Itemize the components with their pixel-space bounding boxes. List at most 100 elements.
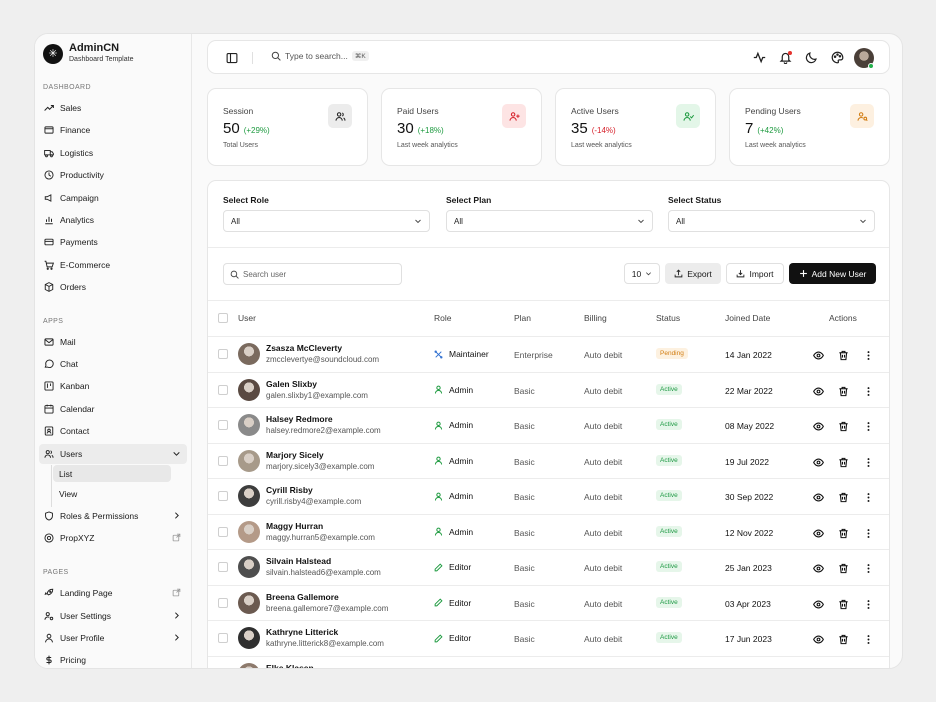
sidebar-subitem-list[interactable]: List [53,465,171,482]
row-checkbox[interactable] [218,384,228,395]
export-button[interactable]: Export [665,263,721,284]
user-name[interactable]: Silvain Halstead [266,556,331,566]
sidebar-item-propxyz[interactable]: PropXYZ [39,528,187,548]
row-checkbox[interactable] [218,526,228,537]
sidebar-item-landing-page[interactable]: Landing Page [39,583,187,603]
top-bar: Type to search... ⌘K [207,40,890,74]
row-checkbox[interactable] [218,597,228,608]
column-header-status[interactable]: Status [656,313,680,323]
row-checkbox[interactable] [218,349,228,359]
user-name[interactable]: Kathryne Litterick [266,627,338,637]
more-vertical-icon[interactable] [863,632,874,644]
avatar [238,591,260,614]
sidebar-toggle-icon[interactable] [226,52,238,64]
sidebar-item-user-settings[interactable]: User Settings [39,606,187,626]
row-checkbox[interactable] [218,562,228,572]
import-button[interactable]: Import [726,263,784,284]
eye-icon[interactable] [813,526,824,537]
trash-icon[interactable] [838,490,849,503]
sidebar-item-ecommerce[interactable]: E-Commerce [39,255,187,275]
more-vertical-icon[interactable] [863,561,874,573]
user-name[interactable]: Breena Gallemore [266,592,339,602]
trash-icon[interactable] [838,348,849,361]
sidebar-item-productivity[interactable]: Productivity [39,165,187,185]
more-vertical-icon[interactable] [863,419,874,431]
column-header-user[interactable]: User [238,313,256,323]
user-name[interactable]: Marjory Sicely [266,450,324,460]
add-new-user-button[interactable]: Add New User [789,263,876,284]
more-vertical-icon[interactable] [863,455,874,467]
row-checkbox[interactable] [218,491,228,501]
sidebar-item-pricing[interactable]: Pricing [39,650,187,668]
trash-icon[interactable] [838,632,849,645]
trash-icon[interactable] [838,597,849,609]
chevron-right-icon [175,512,179,519]
bell-icon[interactable] [779,51,792,65]
sidebar-item-mail[interactable]: Mail [39,332,187,352]
status-select[interactable]: All [668,210,875,232]
palette-icon[interactable] [831,51,844,64]
trash-icon[interactable] [838,526,849,538]
user-search-input[interactable]: Search user [223,263,402,285]
column-header-role[interactable]: Role [434,313,451,323]
column-header-plan[interactable]: Plan [514,313,531,323]
eye-icon[interactable] [813,455,824,466]
global-search[interactable]: Type to search... ⌘K [271,51,369,61]
sidebar-item-users[interactable]: Users [39,444,187,464]
sidebar-item-payments[interactable]: Payments [39,232,187,252]
row-checkbox[interactable] [218,455,228,466]
brand[interactable]: ✳ AdminCN Dashboard Template [43,42,133,65]
select-all-checkbox[interactable] [218,313,228,323]
sidebar-subitem-view[interactable]: View [53,485,171,502]
stat-value: 30 [397,120,414,137]
row-checkbox[interactable] [218,420,228,430]
user-name[interactable]: Galen Slixby [266,379,317,389]
user-email: cyrill.risby4@example.com [266,497,362,506]
eye-icon[interactable] [813,632,824,644]
eye-icon[interactable] [813,348,824,360]
more-vertical-icon[interactable] [863,597,874,609]
sidebar-item-analytics[interactable]: Analytics [39,210,187,230]
column-header-billing[interactable]: Billing [584,313,607,323]
sidebar-item-contact[interactable]: Contact [39,421,187,441]
eye-icon[interactable] [813,668,824,669]
more-vertical-icon[interactable] [863,384,874,396]
trash-icon[interactable] [838,455,849,467]
eye-icon[interactable] [813,419,824,431]
trash-icon[interactable] [838,384,849,396]
user-name[interactable]: Halsey Redmore [266,414,333,424]
more-vertical-icon[interactable] [863,526,874,538]
page-size-select[interactable]: 10 [624,263,660,284]
trash-icon[interactable] [838,668,849,669]
sidebar-item-orders[interactable]: Orders [39,277,187,297]
role-select[interactable]: All [223,210,430,232]
user-name[interactable]: Cyrill Risby [266,485,313,495]
eye-icon[interactable] [813,384,824,395]
moon-icon[interactable] [805,51,818,64]
eye-icon[interactable] [813,561,824,573]
sidebar-item-user-profile[interactable]: User Profile [39,628,187,648]
sidebar-item-calendar[interactable]: Calendar [39,399,187,419]
row-checkbox[interactable] [218,669,228,670]
user-name[interactable]: Elke Klasen [266,663,314,669]
eye-icon[interactable] [813,597,824,608]
trash-icon[interactable] [838,561,849,574]
sidebar-item-finance[interactable]: Finance [39,120,187,140]
sidebar-item-roles-permissions[interactable]: Roles & Permissions [39,506,187,526]
more-vertical-icon[interactable] [863,490,874,502]
sidebar-item-sales[interactable]: Sales [39,98,187,118]
user-name[interactable]: Maggy Hurran [266,521,323,531]
eye-icon[interactable] [813,490,824,502]
activity-icon[interactable] [753,51,766,64]
sidebar-item-logistics[interactable]: Logistics [39,143,187,163]
plan-select[interactable]: All [446,210,653,232]
sidebar-item-chat[interactable]: Chat [39,354,187,374]
more-vertical-icon[interactable] [863,668,874,669]
row-checkbox[interactable] [218,633,228,643]
sidebar-item-campaign[interactable]: Campaign [39,188,187,208]
column-header-joined-date[interactable]: Joined Date [725,313,770,323]
trash-icon[interactable] [838,419,849,432]
user-name[interactable]: Zsasza McCleverty [266,343,342,353]
more-vertical-icon[interactable] [863,348,874,360]
sidebar-item-kanban[interactable]: Kanban [39,376,187,396]
